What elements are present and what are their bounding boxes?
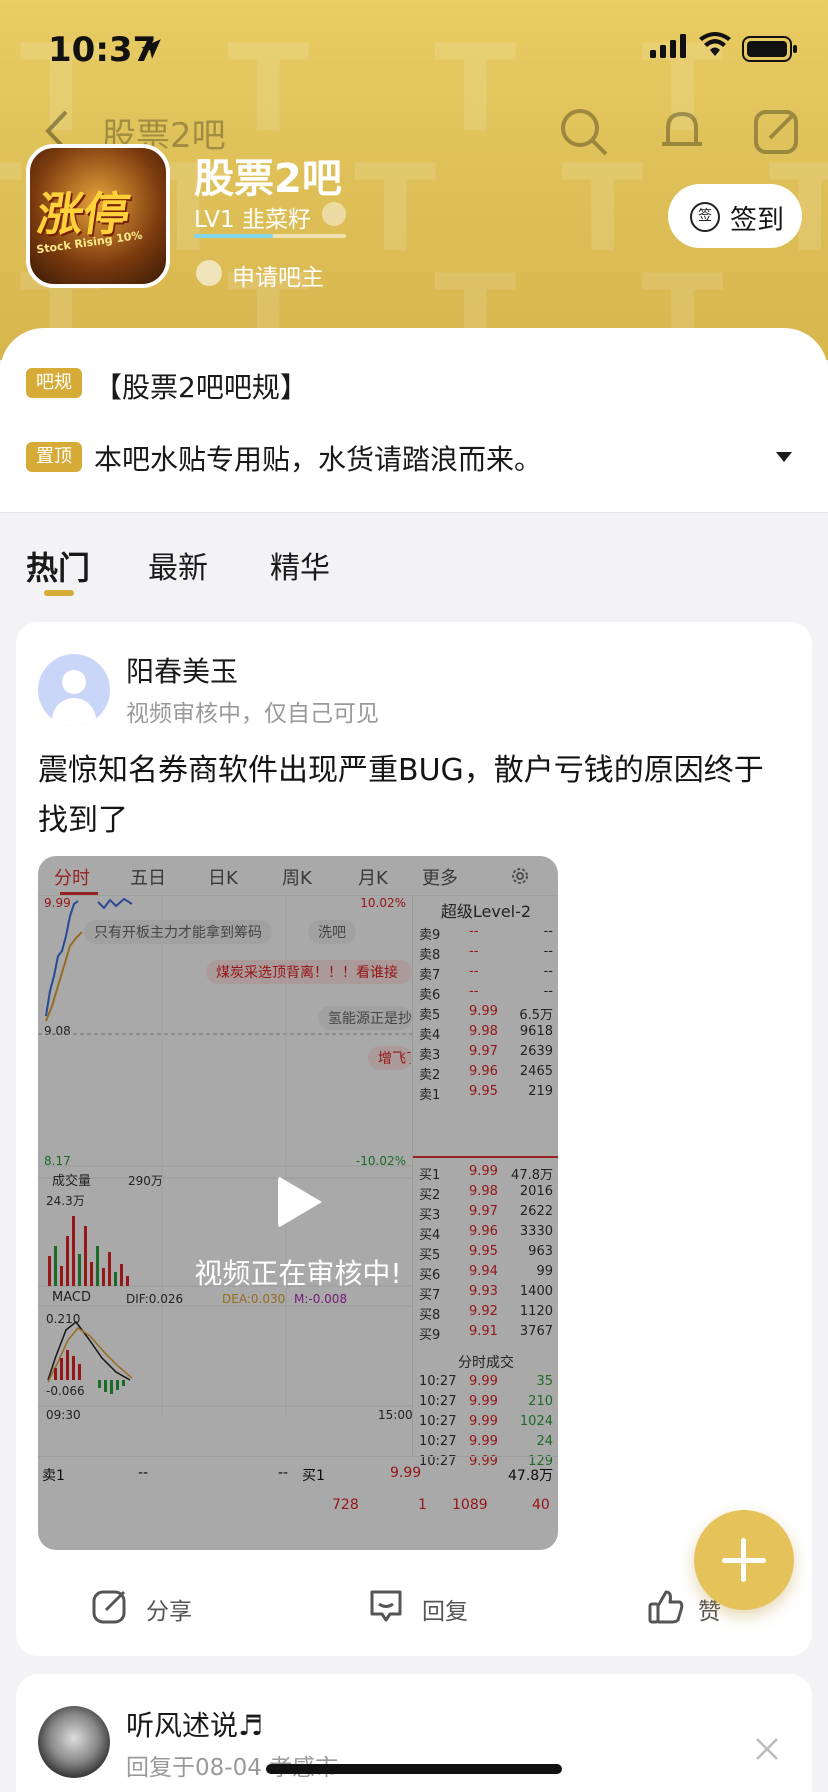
bell-icon[interactable] xyxy=(654,104,710,160)
share-button[interactable]: 分享 xyxy=(90,1578,230,1638)
close-icon[interactable] xyxy=(752,1734,782,1764)
plus-icon-stroke xyxy=(741,1538,746,1582)
tab-hot[interactable]: 热门 xyxy=(26,543,90,589)
post-card[interactable]: 听风述说♬ 回复于08-04 孝感市 xyxy=(16,1674,812,1792)
avatar[interactable] xyxy=(38,1706,110,1778)
rule-link[interactable]: 【股票2吧吧规】 xyxy=(94,366,308,406)
rule-tag: 吧规 xyxy=(26,368,82,398)
forum-header: T T T T T T T T T T T T T 10:37 股票2吧 涨停 … xyxy=(0,0,828,360)
forum-level: LV1 韭菜籽 xyxy=(194,207,311,233)
checkin-icon: 签 xyxy=(690,202,720,232)
rocket-icon xyxy=(322,202,346,226)
video-thumbnail[interactable]: 分时 五日 日K 周K 月K 更多 9.99 10.02% 9.08 8.17 … xyxy=(38,856,558,1550)
expand-caret-icon[interactable] xyxy=(776,452,792,462)
battery-icon xyxy=(742,36,797,62)
home-indicator xyxy=(266,1764,562,1774)
cellular-signal-icon xyxy=(650,34,686,58)
avatar[interactable] xyxy=(38,654,110,726)
checkin-button[interactable]: 签 签到 xyxy=(668,184,802,248)
new-post-fab[interactable] xyxy=(694,1510,794,1610)
apply-admin-link[interactable]: 申请吧主 xyxy=(232,258,324,292)
post-author[interactable]: 阳春美玉 xyxy=(126,650,238,690)
pinned-post-link[interactable]: 本吧水贴专用贴，水货请踏浪而来。 xyxy=(94,438,542,478)
wifi-icon xyxy=(699,32,731,56)
forum-avatar: 涨停 Stock Rising 10% xyxy=(26,144,170,288)
post-author[interactable]: 听风述说♬ xyxy=(126,1704,263,1744)
post-title[interactable]: 震惊知名券商软件出现严重BUG，散户亏钱的原因终于找到了 xyxy=(38,746,778,846)
level-progress-fill xyxy=(194,234,274,238)
reply-icon xyxy=(370,1590,402,1622)
video-review-message: 视频正在审核中! xyxy=(194,1257,402,1290)
tab-featured[interactable]: 精华 xyxy=(270,543,330,587)
forum-name: 股票2吧 xyxy=(194,156,342,202)
location-arrow-icon xyxy=(141,39,161,59)
pinned-tag: 置顶 xyxy=(26,442,82,472)
level-progress-bar xyxy=(194,234,346,238)
search-icon[interactable] xyxy=(556,104,612,160)
post-actions: 分享 回复 赞 xyxy=(16,1578,812,1642)
user-icon xyxy=(196,260,222,286)
tab-latest[interactable]: 最新 xyxy=(148,543,208,587)
thumbs-up-icon xyxy=(648,1590,684,1624)
post-card[interactable]: 阳春美玉 视频审核中，仅自己可见 震惊知名券商软件出现严重BUG，散户亏钱的原因… xyxy=(16,622,812,1656)
play-icon[interactable] xyxy=(278,1176,322,1228)
checkin-label: 签到 xyxy=(730,205,784,236)
active-tab-indicator xyxy=(44,590,74,596)
video-review-overlay: 视频正在审核中! xyxy=(38,856,558,1550)
post-edit-icon[interactable] xyxy=(748,104,804,160)
avatar-placeholder-icon xyxy=(62,670,86,694)
reply-button[interactable]: 回复 xyxy=(366,1578,506,1638)
post-tabs: 热门 最新 精华 xyxy=(0,512,828,612)
forum-rules-card: 吧规 【股票2吧吧规】 置顶 本吧水贴专用贴，水货请踏浪而来。 xyxy=(0,328,828,512)
avatar-placeholder-body xyxy=(52,698,96,726)
share-label: 分享 xyxy=(146,1599,192,1625)
share-icon xyxy=(92,1590,126,1624)
reply-label: 回复 xyxy=(422,1599,468,1625)
status-bar: 10:37 xyxy=(0,0,828,96)
post-status: 视频审核中，仅自己可见 xyxy=(126,701,379,727)
